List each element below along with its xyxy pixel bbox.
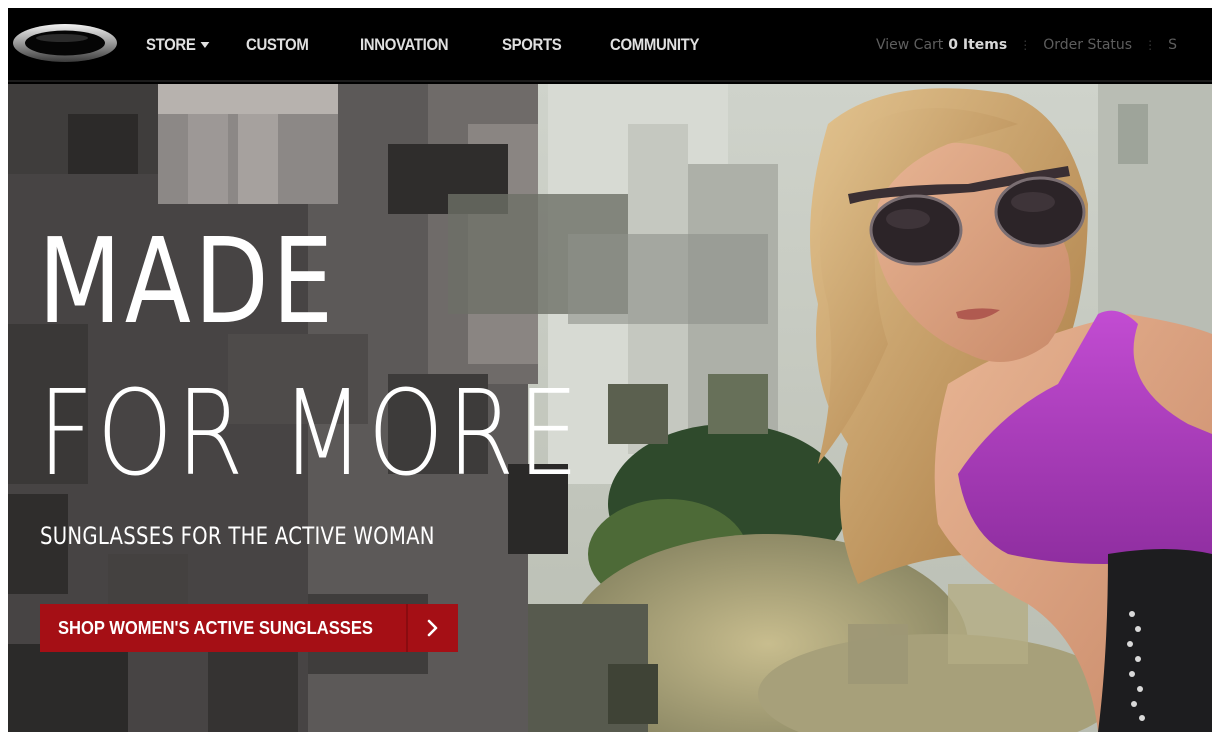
headline-line-1: MADE (38, 212, 337, 350)
cta-label-box: SHOP WOMEN'S ACTIVE SUNGLASSES (40, 604, 406, 652)
truncated-utility-link[interactable]: S (1168, 37, 1177, 53)
page-frame: STORE CUSTOM INNOVATION SPORTS COMMUNITY… (8, 8, 1212, 732)
utility-divider: ⋮ (1144, 38, 1157, 52)
nav-sports-label: SPORTS (502, 35, 562, 54)
nav-innovation-label: INNOVATION (360, 35, 449, 54)
nav-store[interactable]: STORE (146, 35, 210, 55)
utility-divider: ⋮ (1019, 38, 1032, 52)
caret-down-icon (200, 42, 210, 48)
nav-custom-label: CUSTOM (246, 35, 309, 54)
nav-innovation[interactable]: INNOVATION (360, 35, 449, 55)
nav-custom[interactable]: CUSTOM (246, 35, 309, 55)
hero-banner: MADE FOR MORE SUNGLASSES FOR THE ACTIVE … (8, 84, 1212, 732)
view-cart-label: View Cart (876, 37, 944, 53)
headline-line-2: FOR MORE (38, 364, 583, 502)
view-cart-link[interactable]: View Cart 0 Items (876, 37, 1007, 53)
hero-model-photo (810, 88, 1212, 732)
hero-subheadline: SUNGLASSES FOR THE ACTIVE WOMAN (40, 522, 435, 550)
utility-links: View Cart 0 Items ⋮ Order Status ⋮ S (876, 8, 1177, 82)
nav-community[interactable]: COMMUNITY (610, 35, 699, 55)
cart-count: 0 Items (948, 37, 1008, 53)
top-navigation-bar: STORE CUSTOM INNOVATION SPORTS COMMUNITY… (8, 8, 1212, 82)
brand-logo[interactable] (10, 22, 120, 64)
hero-headline: MADE FOR MORE (38, 222, 701, 492)
nav-sports[interactable]: SPORTS (502, 35, 562, 55)
cta-label: SHOP WOMEN'S ACTIVE SUNGLASSES (58, 617, 373, 638)
order-status-link[interactable]: Order Status (1043, 37, 1132, 53)
shop-womens-active-sunglasses-button[interactable]: SHOP WOMEN'S ACTIVE SUNGLASSES (40, 604, 460, 652)
nav-store-label: STORE (146, 35, 196, 54)
nav-community-label: COMMUNITY (610, 35, 700, 54)
chevron-right-icon (406, 604, 458, 652)
